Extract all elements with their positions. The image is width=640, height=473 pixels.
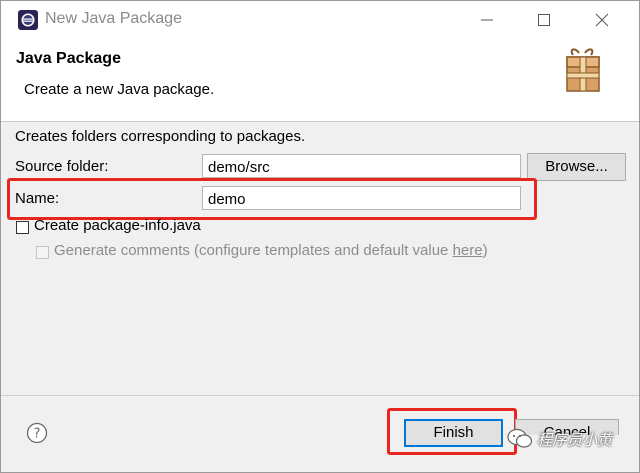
source-folder-input[interactable]	[202, 154, 521, 178]
configure-templates-link[interactable]: here	[453, 242, 483, 259]
generate-comments-suffix: )	[482, 242, 488, 259]
title-bar: New Java Package	[1, 1, 639, 39]
name-label: Name:	[15, 190, 60, 207]
finish-button[interactable]: Finish	[404, 419, 503, 447]
browse-button[interactable]: Browse...	[527, 153, 626, 181]
package-name-input[interactable]	[202, 186, 521, 210]
window-title: New Java Package	[45, 10, 182, 27]
watermark-text: 程序员小黄	[537, 432, 613, 449]
svg-text:?: ?	[34, 427, 41, 442]
page-description: Create a new Java package.	[24, 81, 215, 98]
create-package-info-label: Create package-info.java	[34, 217, 201, 234]
generate-comments-text: Generate comments (configure templates a…	[54, 242, 453, 259]
create-package-info-checkbox[interactable]	[16, 221, 29, 234]
wechat-icon	[507, 428, 533, 448]
close-icon	[595, 13, 609, 27]
watermark: 程序员小黄	[507, 427, 631, 451]
page-title: Java Package	[16, 50, 121, 67]
generate-comments-label: Generate comments (configure templates a…	[54, 242, 488, 259]
intro-text: Creates folders corresponding to package…	[15, 128, 306, 145]
source-folder-label: Source folder:	[15, 158, 109, 175]
maximize-button[interactable]	[522, 5, 566, 35]
generate-comments-checkbox[interactable]	[36, 246, 49, 259]
eclipse-icon	[18, 10, 38, 30]
close-button[interactable]	[580, 5, 624, 35]
minimize-button[interactable]	[465, 5, 509, 35]
new-java-package-dialog: New Java Package Java Package Create a n…	[0, 0, 640, 473]
maximize-icon	[538, 14, 550, 26]
footer-separator	[1, 395, 639, 396]
wizard-header: Java Package Create a new Java package.	[1, 39, 639, 122]
help-icon[interactable]: ?	[26, 422, 48, 444]
package-icon	[566, 48, 600, 92]
minimize-icon	[481, 19, 493, 21]
